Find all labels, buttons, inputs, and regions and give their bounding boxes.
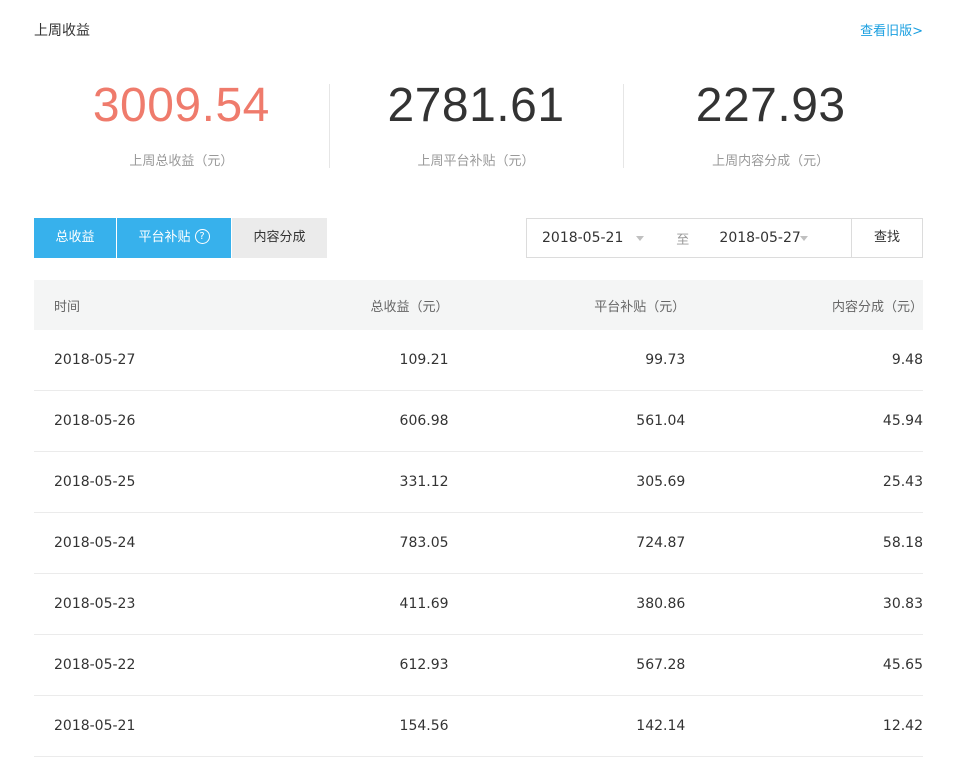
- stat-content-share: 227.93 上周内容分成（元）: [623, 80, 918, 172]
- earnings-table: 时间 总收益（元） 平台补贴（元） 内容分成（元） 2018-05-27 109…: [34, 280, 923, 757]
- cell-content-share: 30.83: [882, 596, 923, 612]
- cell-date: 2018-05-26: [54, 413, 136, 429]
- end-date-select[interactable]: 2018-05-27: [705, 219, 851, 257]
- table-row: 2018-05-26 606.98 561.04 45.94: [34, 391, 923, 452]
- cell-total: 154.56: [399, 718, 449, 734]
- stat-subsidy-value: 2781.61: [387, 79, 565, 132]
- column-header-total: 总收益（元）: [370, 299, 449, 315]
- stat-content-share-value: 227.93: [695, 79, 846, 132]
- cell-total: 411.69: [399, 596, 449, 612]
- cell-subsidy: 99.73: [645, 352, 686, 368]
- cell-content-share: 25.43: [882, 474, 923, 490]
- table-row: 2018-05-25 331.12 305.69 25.43: [34, 452, 923, 513]
- cell-date: 2018-05-22: [54, 657, 136, 673]
- table-row: 2018-05-27 109.21 99.73 9.48: [34, 330, 923, 391]
- cell-subsidy: 567.28: [636, 657, 686, 673]
- cell-subsidy: 561.04: [636, 413, 686, 429]
- tab-total-earnings[interactable]: 总收益: [34, 218, 116, 258]
- date-range-picker: 2018-05-21 至 2018-05-27 查找: [526, 218, 923, 258]
- cell-date: 2018-05-25: [54, 474, 136, 490]
- table-row: 2018-05-22 612.93 567.28 45.65: [34, 635, 923, 696]
- cell-total: 109.21: [399, 352, 449, 368]
- start-date-select[interactable]: 2018-05-21: [527, 219, 660, 257]
- weekly-stats: 3009.54 上周总收益（元） 2781.61 上周平台补贴（元） 227.9…: [34, 80, 918, 172]
- table-header: 时间 总收益（元） 平台补贴（元） 内容分成（元）: [34, 280, 923, 330]
- tab-total-earnings-label: 总收益: [55, 230, 95, 245]
- cell-total: 612.93: [399, 657, 449, 673]
- column-header-date: 时间: [54, 299, 81, 315]
- cell-content-share: 9.48: [891, 352, 923, 368]
- chevron-down-icon: [800, 236, 809, 241]
- cell-date: 2018-05-21: [54, 718, 136, 734]
- tab-content-share[interactable]: 内容分成: [231, 218, 327, 258]
- cell-content-share: 12.42: [882, 718, 923, 734]
- table-row: 2018-05-23 411.69 380.86 30.83: [34, 574, 923, 635]
- tab-platform-subsidy[interactable]: 平台补贴?: [116, 218, 231, 258]
- table-row: 2018-05-24 783.05 724.87 58.18: [34, 513, 923, 574]
- cell-total: 606.98: [399, 413, 449, 429]
- cell-content-share: 45.94: [882, 413, 923, 429]
- search-button[interactable]: 查找: [851, 219, 922, 257]
- cell-date: 2018-05-27: [54, 352, 136, 368]
- tab-content-share-label: 内容分成: [253, 230, 306, 245]
- column-header-content-share: 内容分成（元）: [831, 299, 923, 315]
- cell-date: 2018-05-23: [54, 596, 136, 612]
- cell-content-share: 45.65: [882, 657, 923, 673]
- start-date-value: 2018-05-21: [542, 230, 624, 246]
- page-title: 上周收益: [34, 23, 90, 39]
- column-header-subsidy: 平台补贴（元）: [594, 299, 686, 315]
- stat-content-share-label: 上周内容分成（元）: [712, 154, 830, 169]
- earnings-tabs: 总收益 平台补贴? 内容分成: [34, 218, 327, 258]
- end-date-value: 2018-05-27: [719, 230, 801, 246]
- stat-total-value: 3009.54: [92, 79, 270, 132]
- table-row: 2018-05-21 154.56 142.14 12.42: [34, 696, 923, 757]
- tab-platform-subsidy-label: 平台补贴: [138, 230, 191, 245]
- stat-subsidy-label: 上周平台补贴（元）: [417, 154, 535, 169]
- stat-total-label: 上周总收益（元）: [129, 154, 234, 169]
- cell-total: 783.05: [399, 535, 449, 551]
- stat-subsidy: 2781.61 上周平台补贴（元）: [328, 79, 624, 172]
- cell-date: 2018-05-24: [54, 535, 136, 551]
- cell-subsidy: 305.69: [636, 474, 686, 490]
- view-old-version-link[interactable]: 查看旧版>: [860, 20, 923, 39]
- cell-content-share: 58.18: [882, 535, 923, 551]
- cell-subsidy: 142.14: [636, 718, 686, 734]
- earnings-page: 上周收益 查看旧版> 3009.54 上周总收益（元） 2781.61 上周平台…: [0, 0, 961, 778]
- chevron-down-icon: [636, 236, 644, 241]
- cell-total: 331.12: [399, 474, 449, 490]
- cell-subsidy: 724.87: [636, 535, 686, 551]
- date-separator: 至: [676, 232, 690, 248]
- stat-total: 3009.54 上周总收益（元）: [34, 80, 329, 172]
- help-icon[interactable]: ?: [194, 228, 210, 244]
- cell-subsidy: 380.86: [636, 596, 686, 612]
